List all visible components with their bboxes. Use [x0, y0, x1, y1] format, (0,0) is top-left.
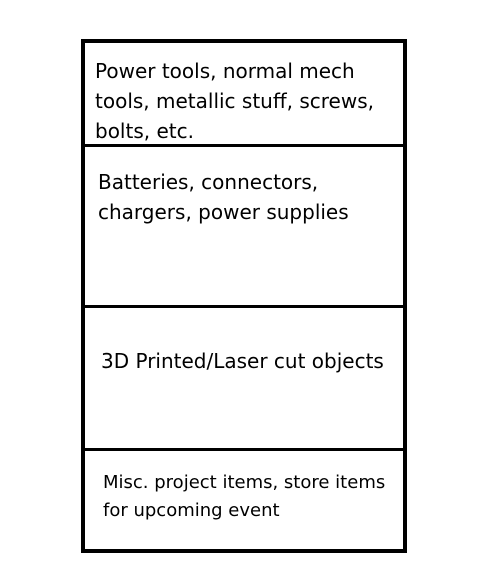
shelf-divider-3 — [85, 448, 403, 451]
shelf-divider-2 — [85, 305, 403, 308]
compartment-3-label: 3D Printed/Laser cut objects — [101, 349, 384, 373]
compartment-4-label: Misc. project items, store items for upc… — [103, 472, 386, 521]
compartment-2-label: Batteries, connectors, chargers, power s… — [98, 170, 349, 224]
compartment-1-label: Power tools, normal mech tools, metallic… — [95, 59, 374, 141]
storage-cabinet-diagram: Power tools, normal mech tools, metallic… — [81, 39, 407, 553]
shelf-divider-1 — [85, 144, 403, 147]
